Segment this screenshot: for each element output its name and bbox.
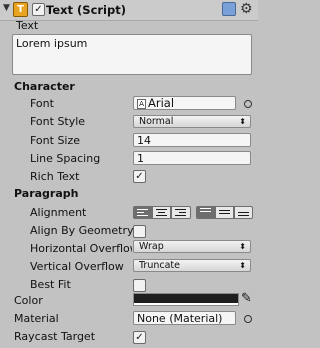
object-picker-icon[interactable] [244,100,252,108]
text-component-icon: T [13,2,28,17]
font-asset-icon: A [137,99,146,109]
alignment-label: Alignment [30,206,87,219]
text-label: Text [16,19,39,32]
dropdown-arrow-icon: ⬍ [239,117,246,126]
alpha-bar [134,303,238,305]
color-swatch[interactable] [133,293,239,306]
align-center-icon [156,209,167,216]
dropdown-arrow-icon: ⬍ [239,242,246,251]
font-style-label: Font Style [30,115,86,128]
align-middle-icon [219,210,230,217]
component-title: Text (Script) [46,3,126,17]
align-bottom-icon [238,212,249,219]
font-size-label: Font Size [30,134,81,147]
horizontal-overflow-label: Horizontal Overflow [30,242,132,255]
font-value: Arial [148,96,175,110]
align-by-geometry-label: Align By Geometry [30,224,134,237]
font-label: Font [30,97,54,110]
best-fit-checkbox[interactable] [133,279,146,292]
foldout-arrow-icon[interactable]: ▼ [3,3,10,13]
material-value: None (Material) [137,312,223,325]
vertical-overflow-dropdown[interactable]: Truncate ⬍ [133,259,251,272]
rich-text-checkbox[interactable]: ✓ [133,170,146,183]
material-field[interactable]: None (Material) [133,311,236,325]
horizontal-overflow-value: Wrap [139,241,164,252]
rich-text-label: Rich Text [30,170,80,183]
section-character: Character [14,80,75,93]
section-paragraph: Paragraph [14,187,79,200]
font-style-dropdown[interactable]: Normal ⬍ [133,115,251,128]
help-book-icon[interactable] [222,2,236,16]
component-enabled-checkbox[interactable]: ✓ [32,3,45,16]
vertical-overflow-label: Vertical Overflow [30,260,124,273]
align-right-icon [175,209,186,216]
line-spacing-label: Line Spacing [30,152,101,165]
align-left-icon [137,209,148,216]
font-style-value: Normal [139,116,174,127]
align-middle-button[interactable] [215,206,234,219]
best-fit-label: Best Fit [30,278,71,291]
vertical-overflow-value: Truncate [139,260,180,271]
material-label: Material [14,312,59,325]
font-field[interactable]: A Arial [133,96,236,110]
align-bottom-button[interactable] [234,206,253,219]
raycast-target-checkbox[interactable]: ✓ [133,331,146,344]
component-header: ▼ T ✓ Text (Script) ⚙ [0,0,258,21]
dropdown-arrow-icon: ⬍ [239,261,246,270]
text-area-value: Lorem ipsum [16,37,88,50]
font-size-field[interactable]: 14 [133,133,251,147]
align-top-icon [200,208,211,215]
object-picker-icon[interactable] [244,315,252,323]
align-left-button[interactable] [133,206,152,219]
align-center-button[interactable] [152,206,171,219]
horizontal-overflow-dropdown[interactable]: Wrap ⬍ [133,240,251,253]
align-right-button[interactable] [171,206,191,219]
align-top-button[interactable] [196,206,215,219]
font-size-value: 14 [137,134,151,147]
eyedropper-icon[interactable]: ✎ [241,291,252,306]
line-spacing-value: 1 [137,152,144,165]
color-label: Color [14,294,43,307]
text-area[interactable]: Lorem ipsum [12,34,252,75]
raycast-target-label: Raycast Target [14,330,96,343]
line-spacing-field[interactable]: 1 [133,151,251,165]
gear-icon[interactable]: ⚙ [240,1,253,17]
align-by-geometry-checkbox[interactable] [133,225,146,238]
